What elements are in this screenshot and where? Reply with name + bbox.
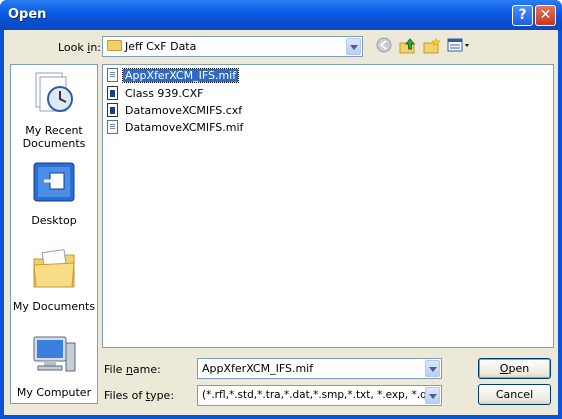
look-in-value: Jeff CxF Data — [125, 40, 197, 53]
close-button[interactable]: ✕ — [535, 5, 556, 26]
files-of-type-dropdown[interactable]: (*.rfl,*.std,*.tra,*.dat,*.smp,*.txt, *.… — [197, 385, 442, 406]
open-button[interactable]: Open — [478, 358, 551, 379]
mif-file-icon — [107, 68, 118, 82]
dialog-body: Look in: Jeff CxF Data My Recent Documen… — [4, 30, 558, 415]
open-dialog: Open ? ✕ Look in: Jeff CxF Data My Recen… — [0, 0, 562, 419]
cancel-button[interactable]: Cancel — [478, 384, 551, 405]
title-bar[interactable]: Open ? ✕ — [0, 0, 562, 30]
new-folder-icon[interactable] — [422, 37, 442, 57]
views-menu-icon[interactable] — [446, 37, 472, 57]
look-in-dropdown[interactable]: Jeff CxF Data — [102, 36, 363, 57]
chevron-down-icon[interactable] — [425, 387, 440, 404]
place-label: Documents — [22, 137, 86, 150]
folder-icon — [107, 40, 122, 51]
place-my-computer[interactable]: My Computer — [11, 331, 97, 399]
my-documents-icon — [11, 245, 97, 296]
files-of-type-value: (*.rfl,*.std,*.tra,*.dat,*.smp,*.txt, *.… — [202, 389, 442, 401]
recent-documents-icon — [11, 69, 97, 120]
file-name: AppXferXCM_IFS.mif — [121, 68, 240, 83]
file-name-value: AppXferXCM_IFS.mif — [202, 362, 314, 375]
places-bar: My Recent Documents Desktop My Documents — [10, 64, 98, 404]
place-label: My Recent — [25, 124, 83, 137]
mif-file-icon — [107, 120, 118, 134]
cxf-file-icon — [107, 86, 118, 100]
chevron-down-icon[interactable] — [346, 38, 361, 55]
file-name-label: File name: — [104, 363, 161, 376]
place-desktop[interactable]: Desktop — [11, 159, 97, 227]
file-name-field[interactable]: AppXferXCM_IFS.mif — [197, 358, 442, 379]
place-label: My Documents — [12, 300, 96, 313]
my-computer-icon — [11, 331, 97, 382]
place-my-documents[interactable]: My Documents — [11, 245, 97, 313]
back-icon[interactable] — [374, 37, 394, 57]
place-label: My Computer — [16, 386, 92, 399]
help-button[interactable]: ? — [512, 5, 533, 26]
chevron-down-icon[interactable] — [425, 360, 440, 377]
file-name: Class 939.CXF — [125, 87, 204, 100]
up-folder-icon[interactable] — [398, 37, 418, 57]
file-name: DatamoveXCMIFS.cxf — [125, 104, 243, 117]
place-label: Desktop — [31, 214, 77, 227]
window-title: Open — [8, 7, 47, 22]
desktop-icon — [11, 159, 97, 210]
files-of-type-label: Files of type: — [104, 389, 175, 402]
look-in-label: Look in: — [58, 41, 102, 54]
place-my-recent-documents[interactable]: My Recent Documents — [11, 69, 97, 150]
file-name: DatamoveXCMIFS.mif — [125, 121, 244, 134]
file-list[interactable]: AppXferXCM_IFS.mif Class 939.CXF Datamov… — [102, 64, 554, 348]
cxf-file-icon — [107, 103, 118, 117]
